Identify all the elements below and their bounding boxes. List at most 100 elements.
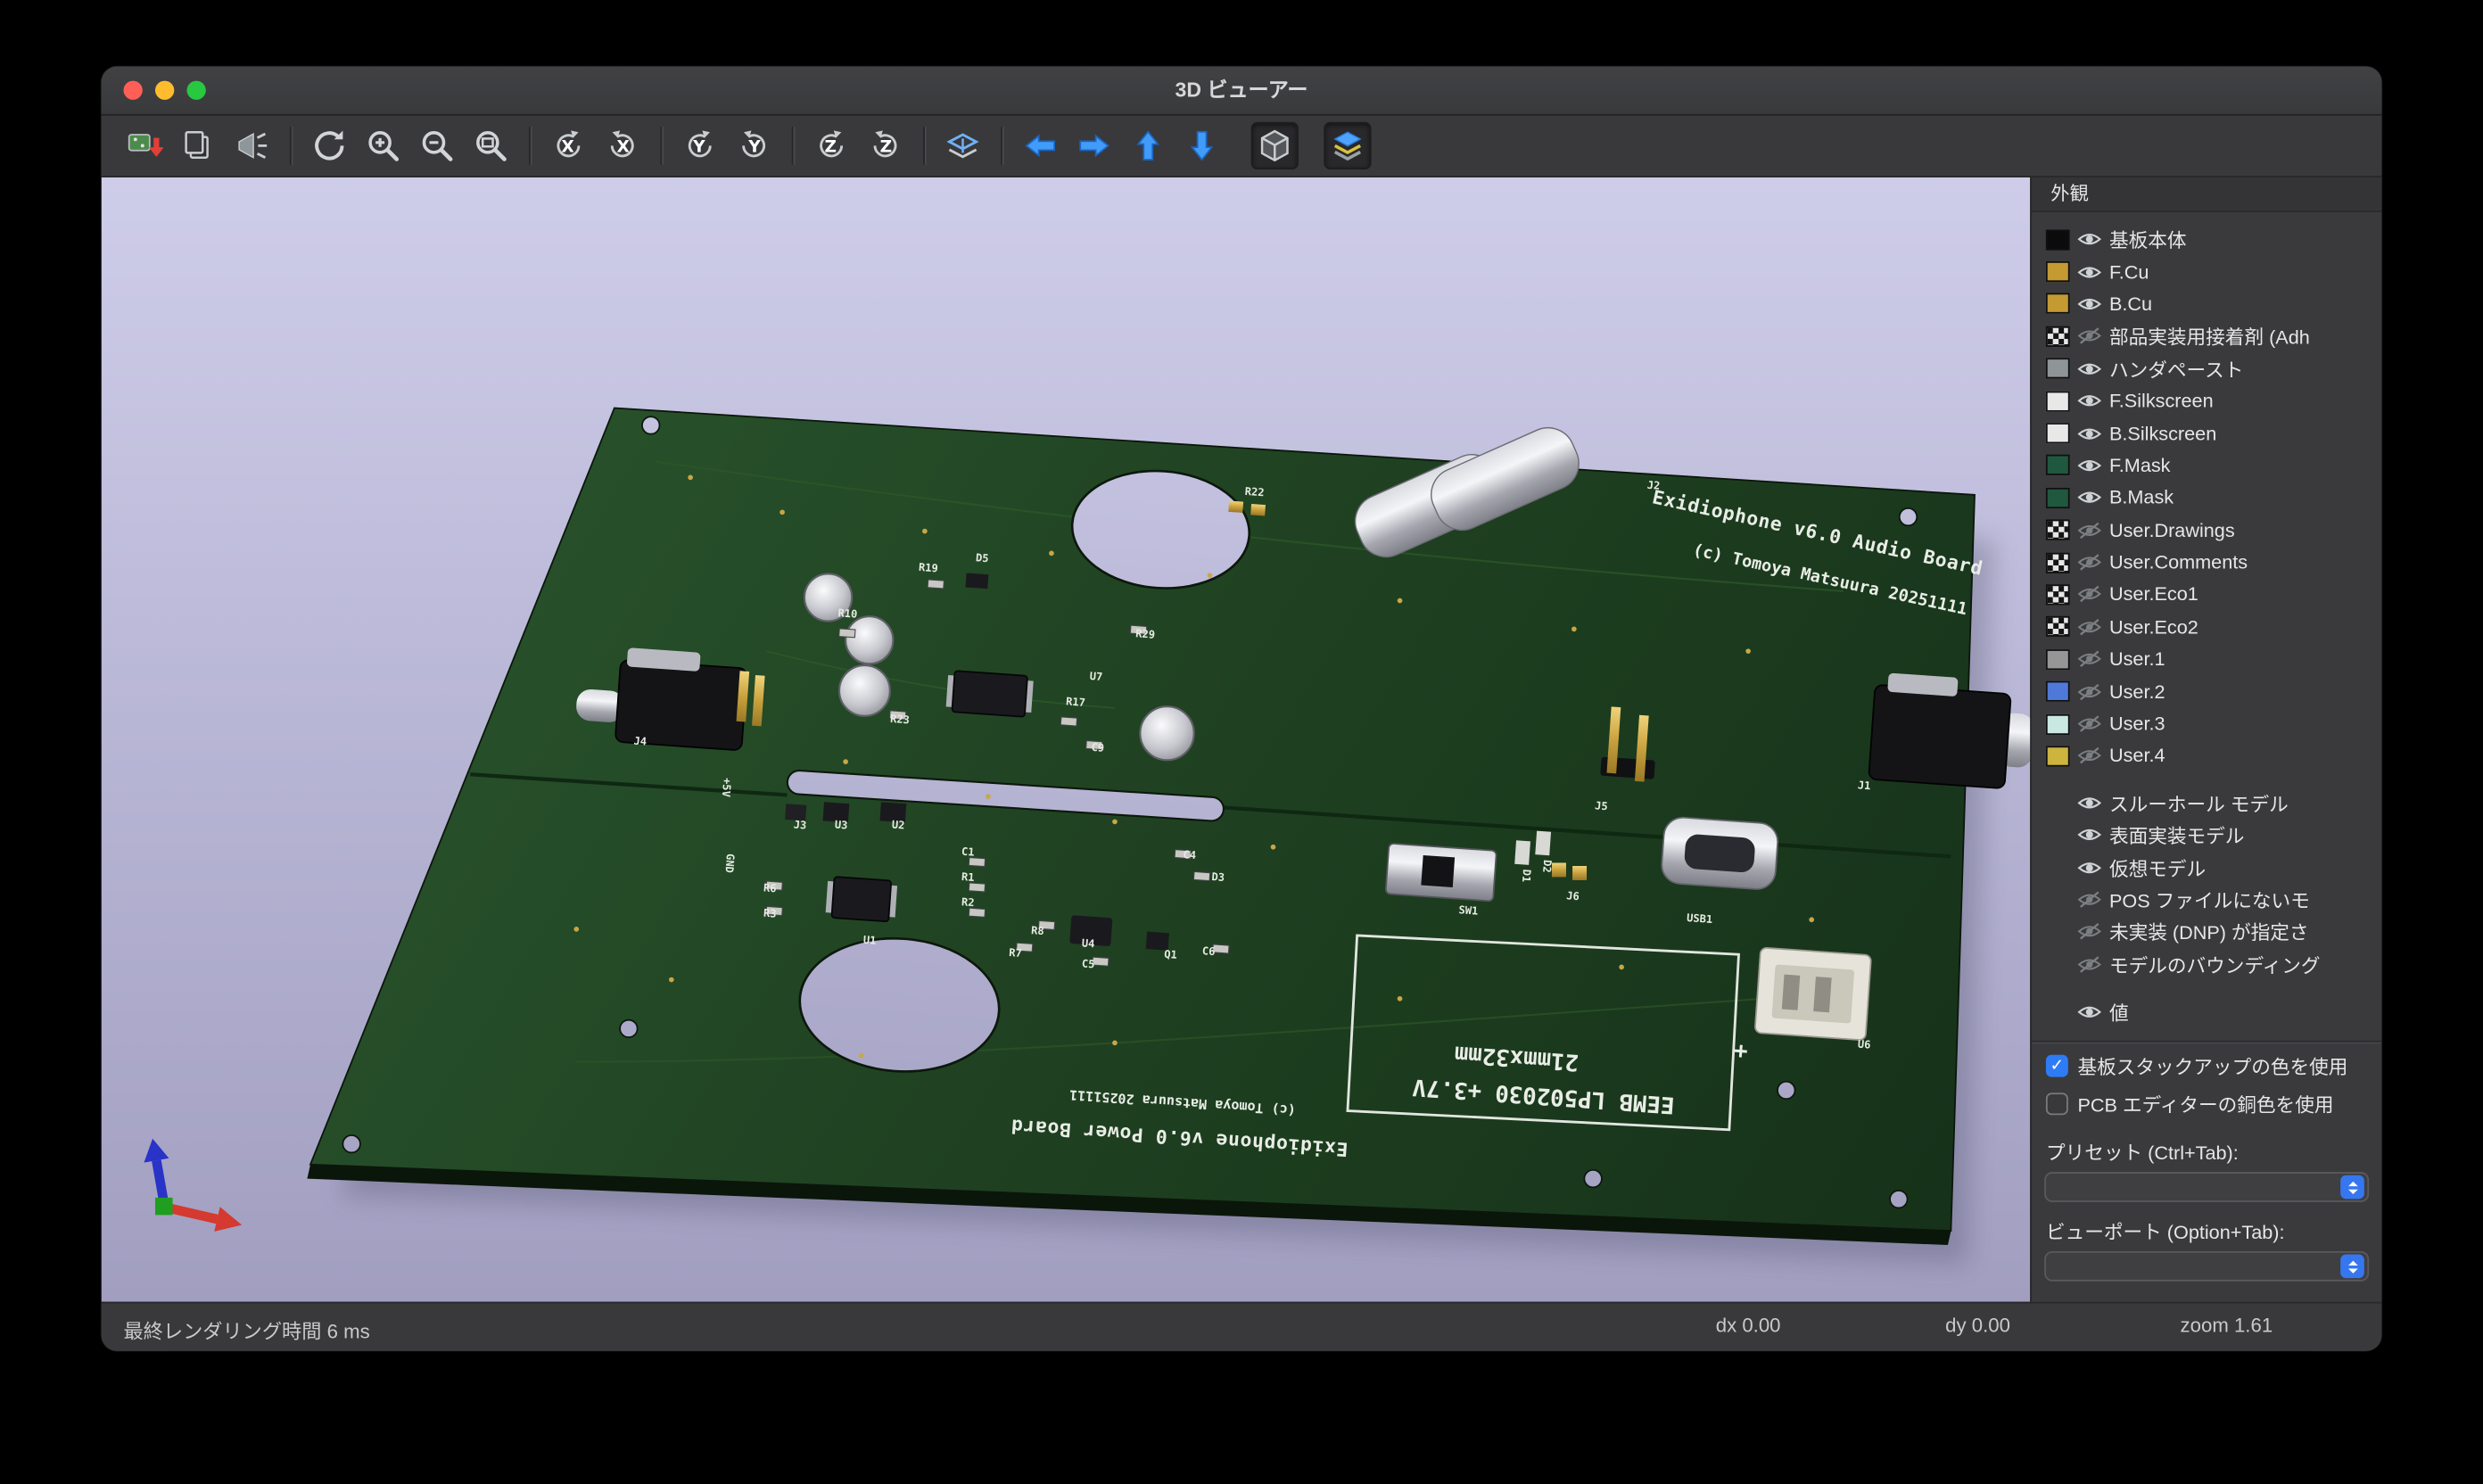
redraw-button[interactable] xyxy=(306,122,353,169)
visibility-toggle[interactable] xyxy=(2077,890,2101,909)
close-button[interactable] xyxy=(123,81,142,100)
viewport-combobox[interactable] xyxy=(2044,1252,2369,1282)
move-down-button[interactable] xyxy=(1178,122,1225,169)
visibility-toggle[interactable] xyxy=(2077,1002,2101,1021)
layer-color-swatch[interactable] xyxy=(2046,681,2070,702)
checkbox-unchecked-icon[interactable] xyxy=(2046,1093,2068,1116)
visibility-toggle[interactable] xyxy=(2077,858,2101,877)
layer-color-swatch[interactable] xyxy=(2046,616,2070,637)
zoom-in-button[interactable] xyxy=(359,122,407,169)
layer-color-swatch[interactable] xyxy=(2046,293,2070,314)
layer-color-swatch[interactable] xyxy=(2046,746,2070,766)
layer-row-model-4[interactable]: 未実装 (DNP) が指定さ xyxy=(2032,916,2381,948)
visibility-toggle[interactable] xyxy=(2077,714,2101,733)
layer-color-swatch[interactable] xyxy=(2046,488,2070,508)
visibility-toggle[interactable] xyxy=(2077,826,2101,845)
toolbar-separator xyxy=(792,127,794,165)
visibility-toggle[interactable] xyxy=(2077,359,2101,378)
layer-color-swatch[interactable] xyxy=(2046,455,2070,475)
move-left-button[interactable] xyxy=(1017,122,1064,169)
layer-row-model-2[interactable]: 仮想モデル xyxy=(2032,851,2381,883)
layer-row-layer-16[interactable]: User.4 xyxy=(2032,740,2381,772)
move-right-button[interactable] xyxy=(1070,122,1118,169)
visibility-toggle[interactable] xyxy=(2077,746,2101,765)
layer-color-swatch[interactable] xyxy=(2046,391,2070,411)
layer-row-layer-12[interactable]: User.Eco2 xyxy=(2032,611,2381,643)
combo-stepper-icon xyxy=(2340,1255,2364,1279)
layer-color-swatch[interactable] xyxy=(2046,552,2070,573)
raytracing-button[interactable] xyxy=(228,122,276,169)
layer-row-model-1[interactable]: 表面実装モデル xyxy=(2032,819,2381,851)
visibility-toggle[interactable] xyxy=(2077,456,2101,474)
layer-row-model-5[interactable]: モデルのバウンディング xyxy=(2032,948,2381,980)
3d-viewport[interactable]: Exidiophone v6.0 Audio Board (c) Tomoya … xyxy=(102,177,2031,1302)
visibility-toggle[interactable] xyxy=(2077,553,2101,572)
layer-row-value[interactable]: 値 xyxy=(2032,996,2381,1028)
layer-color-swatch[interactable] xyxy=(2046,713,2070,734)
layer-row-layer-10[interactable]: User.Comments xyxy=(2032,547,2381,579)
layer-row-layer-13[interactable]: User.1 xyxy=(2032,643,2381,675)
layer-color-swatch[interactable] xyxy=(2046,520,2070,540)
visibility-toggle[interactable] xyxy=(2077,650,2101,669)
layer-row-layer-1[interactable]: F.Cu xyxy=(2032,256,2381,288)
rotate-z-cw-button[interactable]: Z xyxy=(862,122,909,169)
layer-row-layer-7[interactable]: F.Mask xyxy=(2032,449,2381,482)
checkbox-checked-icon[interactable]: ✓ xyxy=(2046,1055,2068,1077)
layer-row-model-0[interactable]: スルーホール モデル xyxy=(2032,787,2381,819)
layer-color-swatch[interactable] xyxy=(2046,326,2070,347)
layer-row-layer-9[interactable]: User.Drawings xyxy=(2032,514,2381,546)
layer-row-layer-2[interactable]: B.Cu xyxy=(2032,288,2381,320)
visibility-toggle[interactable] xyxy=(2077,922,2101,941)
layer-row-layer-6[interactable]: B.Silkscreen xyxy=(2032,417,2381,449)
flip-board-button[interactable] xyxy=(939,122,986,169)
visibility-toggle[interactable] xyxy=(2077,793,2101,812)
use-stackup-colors-row[interactable]: ✓ 基板スタックアップの色を使用 xyxy=(2032,1048,2381,1086)
reload-board-button[interactable] xyxy=(120,122,168,169)
visibility-toggle[interactable] xyxy=(2077,392,2101,410)
visibility-toggle[interactable] xyxy=(2077,617,2101,636)
zoom-out-button[interactable] xyxy=(413,122,460,169)
rotate-y-ccw-button[interactable]: Y xyxy=(676,122,723,169)
visibility-toggle[interactable] xyxy=(2077,262,2101,281)
visibility-toggle[interactable] xyxy=(2077,230,2101,249)
minimize-button[interactable] xyxy=(155,81,174,100)
appearance-button[interactable] xyxy=(1324,122,1371,169)
layer-row-layer-8[interactable]: B.Mask xyxy=(2032,482,2381,514)
layer-row-layer-4[interactable]: ハンダペースト xyxy=(2032,352,2381,384)
titlebar[interactable]: 3D ビューアー xyxy=(102,67,2382,116)
fullscreen-button[interactable] xyxy=(187,81,206,100)
rotate-z-ccw-button[interactable]: Z xyxy=(808,122,855,169)
appearance-icon xyxy=(1329,127,1367,165)
layer-color-swatch[interactable] xyxy=(2046,584,2070,605)
preset-combobox[interactable] xyxy=(2044,1173,2369,1203)
rotate-y-cw-button[interactable]: Y xyxy=(730,122,778,169)
layer-color-swatch[interactable] xyxy=(2046,359,2070,379)
layer-row-layer-15[interactable]: User.3 xyxy=(2032,708,2381,740)
visibility-toggle[interactable] xyxy=(2077,585,2101,604)
visibility-toggle[interactable] xyxy=(2077,521,2101,540)
rotate-x-cw-button[interactable]: X xyxy=(598,122,646,169)
layer-color-swatch[interactable] xyxy=(2046,649,2070,670)
layer-row-layer-14[interactable]: User.2 xyxy=(2032,675,2381,707)
layer-row-layer-5[interactable]: F.Silkscreen xyxy=(2032,384,2381,416)
layer-color-swatch[interactable] xyxy=(2046,261,2070,282)
layer-row-model-3[interactable]: POS ファイルにないモ xyxy=(2032,884,2381,916)
zoom-fit-button[interactable] xyxy=(467,122,515,169)
visibility-toggle[interactable] xyxy=(2077,326,2101,345)
layer-color-swatch[interactable] xyxy=(2046,423,2070,443)
rotate-x-ccw-button[interactable]: X xyxy=(545,122,592,169)
visibility-toggle[interactable] xyxy=(2077,954,2101,973)
visibility-toggle[interactable] xyxy=(2077,424,2101,442)
layer-row-layer-0[interactable]: 基板本体 xyxy=(2032,223,2381,255)
visibility-toggle[interactable] xyxy=(2077,682,2101,701)
orthographic-button[interactable] xyxy=(1251,122,1299,169)
copy-image-button[interactable] xyxy=(174,122,221,169)
layer-row-layer-3[interactable]: 部品実装用接着剤 (Adh xyxy=(2032,320,2381,352)
visibility-eye-off-icon xyxy=(2077,585,2101,604)
move-up-button[interactable] xyxy=(1125,122,1172,169)
layer-color-swatch[interactable] xyxy=(2046,229,2070,250)
use-pcb-editor-copper-colors-row[interactable]: PCB エディターの銅色を使用 xyxy=(2032,1085,2381,1124)
visibility-toggle[interactable] xyxy=(2077,489,2101,507)
visibility-toggle[interactable] xyxy=(2077,294,2101,313)
layer-row-layer-11[interactable]: User.Eco1 xyxy=(2032,579,2381,611)
